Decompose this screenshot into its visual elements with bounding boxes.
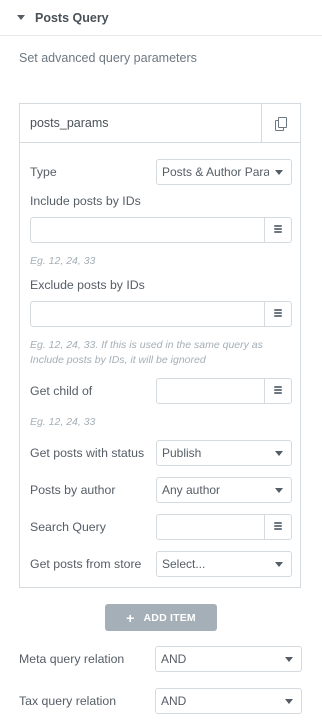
- plus-icon: +: [126, 609, 135, 626]
- duplicate-button[interactable]: [261, 104, 300, 142]
- chevron-down-icon: [275, 450, 283, 456]
- dynamic-tags-button[interactable]: [264, 515, 291, 539]
- store-label: Get posts from store: [30, 557, 142, 571]
- status-select-value: Publish: [162, 446, 202, 460]
- exclude-ids-input[interactable]: [30, 301, 292, 327]
- include-ids-input[interactable]: [30, 217, 292, 243]
- author-select-value: Any author: [162, 483, 221, 497]
- child-of-input[interactable]: [156, 378, 292, 404]
- database-icon: [274, 225, 282, 235]
- exclude-hint-line-2: Include posts by IDs, it will be ignored: [30, 354, 206, 366]
- type-label: Type: [30, 165, 57, 179]
- add-item-button[interactable]: + ADD ITEM: [105, 604, 217, 631]
- posts-query-section-header[interactable]: Posts Query: [0, 0, 322, 36]
- chevron-down-icon: [275, 487, 283, 493]
- tax-query-label: Tax query relation: [19, 694, 117, 708]
- section-title: Posts Query: [35, 10, 109, 25]
- dynamic-tags-button[interactable]: [264, 302, 291, 326]
- chevron-down-icon: [275, 561, 283, 567]
- child-of-hint: Eg. 12, 24, 33: [30, 416, 96, 428]
- section-description: Set advanced query parameters: [19, 51, 197, 65]
- dynamic-tags-button[interactable]: [264, 218, 291, 242]
- type-select-value: Posts & Author Params: [162, 165, 269, 179]
- caret-down-icon: [17, 15, 25, 20]
- include-hint: Eg. 12, 24, 33: [30, 255, 96, 267]
- dynamic-tags-button[interactable]: [264, 379, 291, 403]
- author-select[interactable]: Any author: [156, 477, 292, 503]
- repeater-item-header[interactable]: posts_params: [20, 104, 300, 143]
- type-select[interactable]: Posts & Author Params: [156, 159, 292, 185]
- chevron-down-icon: [285, 698, 293, 704]
- child-of-label: Get child of: [30, 384, 93, 398]
- status-label: Get posts with status: [30, 446, 145, 460]
- meta-query-select[interactable]: AND: [155, 646, 302, 672]
- tax-query-select[interactable]: AND: [155, 688, 302, 714]
- add-item-label: ADD ITEM: [143, 611, 196, 624]
- meta-query-label: Meta query relation: [19, 652, 125, 666]
- tax-query-value: AND: [161, 694, 187, 708]
- repeater-item: posts_params Type Posts & Author Params …: [19, 103, 301, 588]
- chevron-down-icon: [275, 169, 283, 175]
- database-icon: [274, 309, 282, 319]
- include-label: Include posts by IDs: [30, 194, 141, 208]
- database-icon: [274, 522, 282, 532]
- store-select-value: Select...: [162, 557, 206, 571]
- store-select[interactable]: Select...: [156, 551, 292, 577]
- exclude-label: Exclude posts by IDs: [30, 278, 145, 292]
- repeater-item-title: posts_params: [30, 116, 109, 130]
- chevron-down-icon: [285, 656, 293, 662]
- search-label: Search Query: [30, 520, 106, 534]
- copy-icon: [275, 116, 287, 131]
- search-query-input[interactable]: [156, 514, 292, 540]
- exclude-hint-line-1: Eg. 12, 24, 33. If this is used in the s…: [30, 339, 263, 351]
- author-label: Posts by author: [30, 483, 116, 497]
- status-select[interactable]: Publish: [156, 440, 292, 466]
- database-icon: [274, 386, 282, 396]
- meta-query-value: AND: [161, 652, 187, 666]
